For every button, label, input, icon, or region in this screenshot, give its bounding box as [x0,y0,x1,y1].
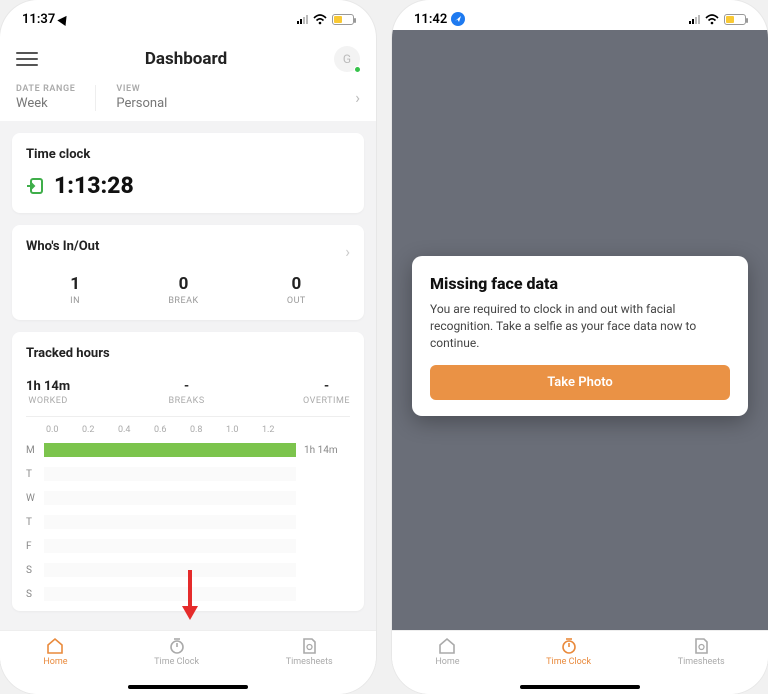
card-title: Time clock [26,147,350,162]
stat-break: 0 BREAK [168,274,198,306]
filter-row[interactable]: DATE RANGE Week VIEW Personal › [0,80,376,121]
app-header: Dashboard G [0,34,376,80]
location-icon [451,12,465,26]
filter-value-daterange: Week [16,96,75,111]
battery-icon [332,14,354,25]
stopwatch-icon [560,637,578,655]
clock-value: 1:13:28 [54,172,134,199]
stat-overtime: - OVERTIME [303,379,350,406]
home-indicator[interactable] [128,685,248,689]
cell-signal-icon [689,14,700,24]
stat-worked: 1h 14m WORKED [26,379,70,406]
chart-row: S [26,561,350,579]
document-icon [300,637,318,655]
stat-in: 1 IN [70,274,80,306]
chevron-right-icon: › [355,88,360,107]
chart-row: M1h 14m [26,441,350,459]
battery-icon [724,14,746,25]
clock-in-icon [26,177,44,195]
tracked-hours-card: Tracked hours 1h 14m WORKED - BREAKS - O… [12,332,364,611]
page-title: Dashboard [145,49,227,69]
wifi-icon [705,14,719,25]
status-time: 11:42 [414,12,447,27]
chart-row: F [26,537,350,555]
take-photo-button[interactable]: Take Photo [430,365,730,400]
filter-label-view: VIEW [116,84,167,94]
divider [95,85,96,111]
filter-label-daterange: DATE RANGE [16,84,75,94]
dashboard-screen: 11:37 Dashboard G DATE RANGE Week [0,0,376,694]
tab-home[interactable]: Home [43,637,67,667]
stopwatch-icon [168,637,186,655]
modal-title: Missing face data [430,274,730,293]
card-title: Tracked hours [26,346,350,361]
status-time: 11:37 [22,12,55,27]
presence-dot-icon [354,66,361,73]
stat-breaks: - BREAKS [169,379,205,406]
missing-face-data-modal: Missing face data You are required to cl… [412,256,748,416]
modal-body: You are required to clock in and out wit… [430,301,730,351]
tab-time-clock[interactable]: Time Clock [546,637,591,667]
whos-in-out-card[interactable]: Who's In/Out › 1 IN 0 BREAK 0 OUT [12,225,364,320]
tab-timesheets[interactable]: Timesheets [286,637,333,667]
cell-signal-icon [297,14,308,24]
home-icon [46,637,64,655]
location-icon [58,12,71,25]
menu-icon[interactable] [16,52,38,66]
chart-row: T [26,465,350,483]
card-title: Who's In/Out [26,239,99,254]
chart-row: W [26,489,350,507]
tab-time-clock[interactable]: Time Clock [154,637,199,667]
tracked-hours-chart: M1h 14mTWTFSS [26,437,350,603]
stat-out: 0 OUT [287,274,306,306]
dashboard-body: Time clock 1:13:28 Who's In/Out › 1 IN [0,121,376,647]
tab-timesheets[interactable]: Timesheets [678,637,725,667]
face-data-screen: 11:42 Missing face data You are required… [392,0,768,694]
time-clock-card[interactable]: Time clock 1:13:28 [12,133,364,213]
chart-axis: 0.00.20.40.60.81.01.2 [26,417,350,437]
avatar[interactable]: G [334,46,360,72]
chevron-right-icon: › [345,242,350,261]
status-bar: 11:37 [0,4,376,34]
wifi-icon [313,14,327,25]
home-indicator[interactable] [520,685,640,689]
tab-home[interactable]: Home [435,637,459,667]
camera-backdrop: Missing face data You are required to cl… [392,30,768,630]
document-icon [692,637,710,655]
chart-row: T [26,513,350,531]
filter-value-view: Personal [116,96,167,111]
home-icon [438,637,456,655]
avatar-initial: G [343,52,351,66]
chart-row: S [26,585,350,603]
